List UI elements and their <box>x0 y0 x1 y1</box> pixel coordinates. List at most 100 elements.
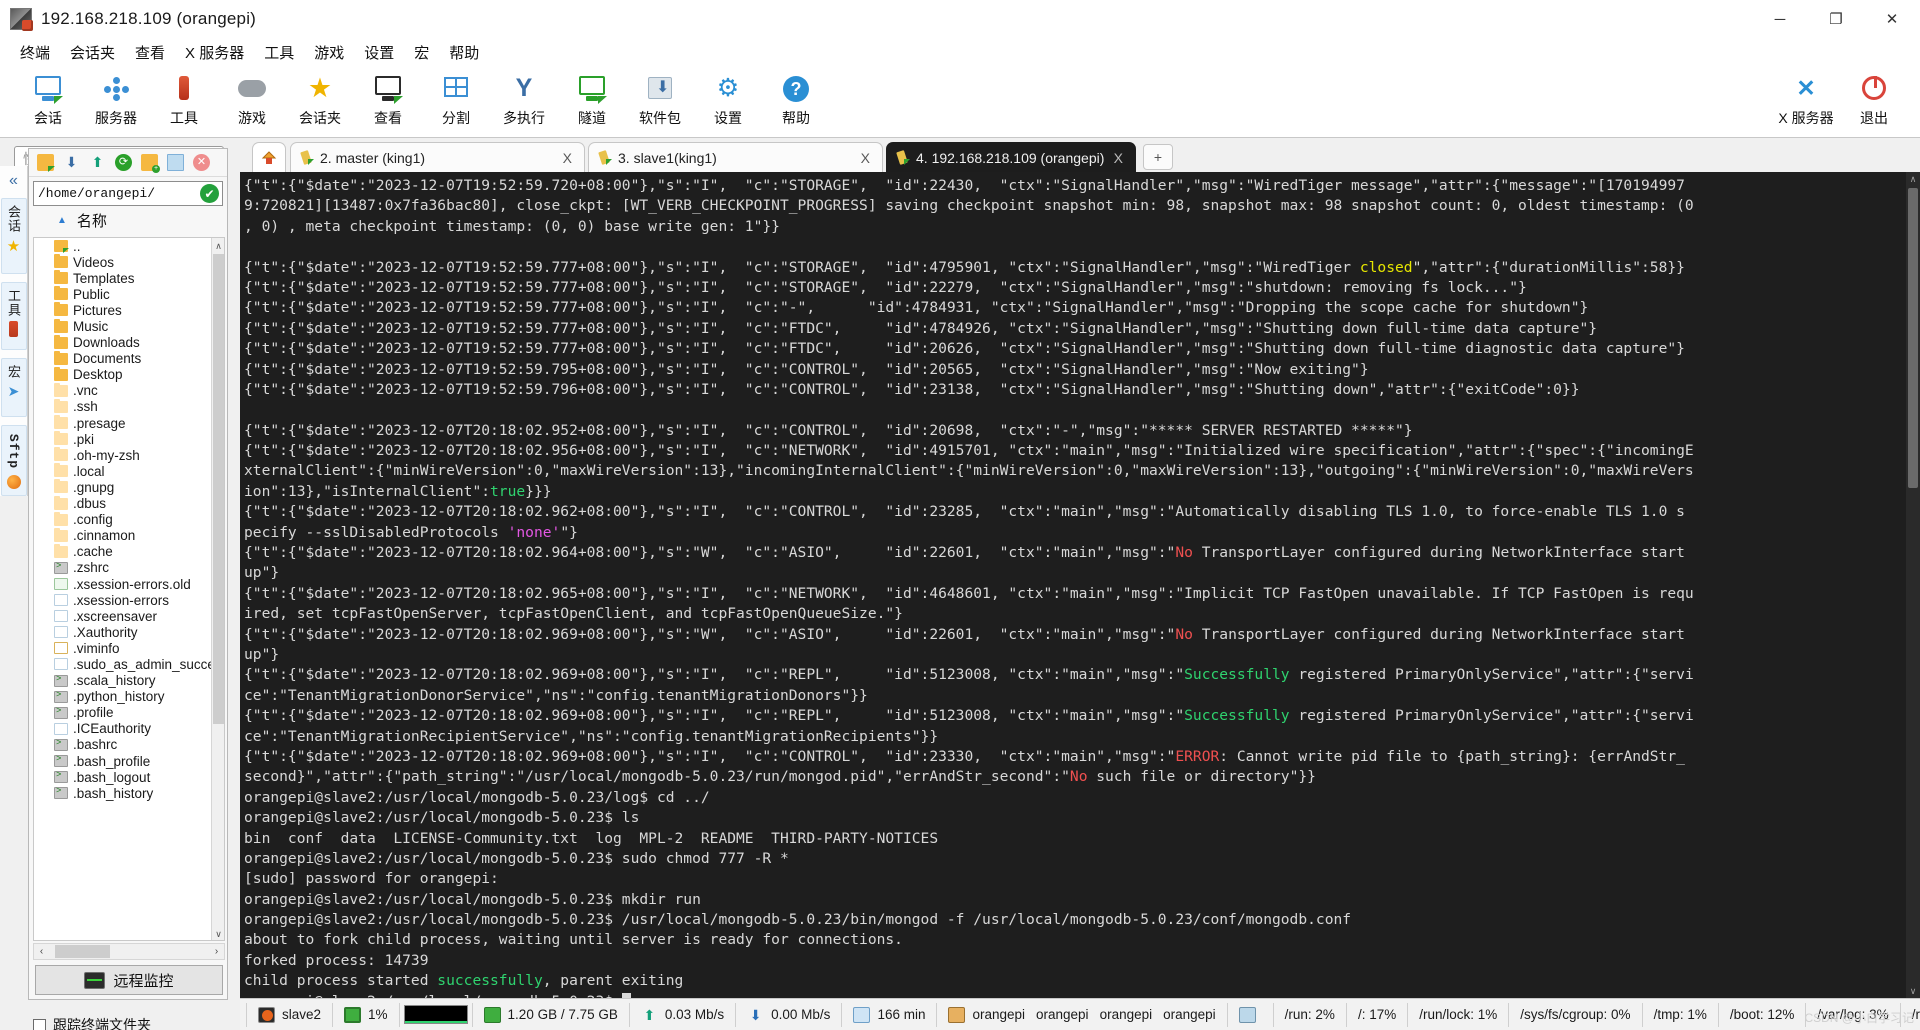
sftp-file-row[interactable]: .viminfo <box>34 640 224 656</box>
sftp-file-row[interactable]: .local <box>34 463 224 479</box>
new-folder-icon[interactable]: + <box>141 154 160 173</box>
toolbar-button-9[interactable]: ⬇ 软件包 <box>626 70 694 128</box>
sftp-file-row[interactable]: .cinnamon <box>34 527 224 544</box>
toolbar-button-6[interactable]: 分割 <box>422 70 490 128</box>
sftp-file-row[interactable]: .. <box>34 238 224 254</box>
sftp-file-row[interactable]: .presage <box>34 415 224 431</box>
download-icon[interactable]: ⬇ <box>63 154 80 171</box>
sftp-scroll-down-icon[interactable]: ∨ <box>212 926 224 940</box>
terminal-tab-1[interactable]: 3. slave1(king1) X <box>588 142 883 172</box>
sftp-file-row[interactable]: .profile <box>34 705 224 721</box>
sftp-file-row[interactable]: .ssh <box>34 398 224 415</box>
terminal-scroll-up-icon[interactable]: ∧ <box>1906 172 1920 186</box>
menu-item-4[interactable]: 工具 <box>254 39 304 66</box>
toolbar-button-1[interactable]: 服务器 <box>82 70 150 128</box>
menu-item-1[interactable]: 会话夹 <box>60 39 125 66</box>
rail-item-sftp[interactable]: Sftp <box>0 425 27 496</box>
sftp-file-row[interactable]: .vnc <box>34 382 224 399</box>
sftp-file-row[interactable]: Desktop <box>34 366 224 383</box>
sftp-file-row[interactable]: .oh-my-zsh <box>34 447 224 463</box>
remote-monitoring-button[interactable]: 远程监控 <box>35 965 223 995</box>
parent-folder-icon[interactable] <box>37 154 55 172</box>
follow-terminal-checkbox[interactable] <box>33 1018 46 1030</box>
sftp-file-row[interactable]: .xscreensaver <box>34 608 224 624</box>
toolbar-button-10[interactable]: ⚙ 设置 <box>694 70 762 128</box>
terminal-tab-2[interactable]: 4. 192.168.218.109 (orangepi) X <box>886 142 1136 172</box>
rail-item-sessions[interactable]: 会话 ★ <box>0 198 27 274</box>
sftp-file-row[interactable]: .Xauthority <box>34 624 224 640</box>
sftp-column-header[interactable]: ▲ 名称 <box>29 208 227 232</box>
rail-item-tools[interactable]: 工具 <box>0 281 27 350</box>
terminal-tab-0[interactable]: 2. master (king1) X <box>290 142 585 172</box>
sftp-path-row[interactable]: /home/orangepi/ ✔ <box>33 181 223 206</box>
follow-terminal-folder-row[interactable]: 跟踪终端文件夹 <box>33 1015 151 1030</box>
sftp-vertical-scrollbar[interactable]: ∧ ∨ <box>211 238 224 940</box>
sftp-file-row[interactable]: .xsession-errors.old <box>34 576 224 592</box>
upload-icon[interactable]: ⬆ <box>89 154 106 171</box>
tab-close-icon[interactable]: X <box>1108 150 1129 166</box>
tab-close-icon[interactable]: X <box>557 150 578 166</box>
toolbar-button-11[interactable]: ? 帮助 <box>762 70 830 128</box>
sftp-file-row[interactable]: .pki <box>34 431 224 447</box>
terminal-scroll-down-icon[interactable]: ∨ <box>1906 984 1920 998</box>
menu-item-7[interactable]: 宏 <box>404 39 439 66</box>
new-file-icon[interactable] <box>167 154 184 171</box>
menu-item-3[interactable]: X 服务器 <box>175 39 254 66</box>
delete-icon[interactable]: ✕ <box>193 154 210 171</box>
sftp-file-row[interactable]: .scala_history <box>34 673 224 689</box>
sftp-path-input[interactable]: /home/orangepi/ <box>34 186 200 201</box>
menu-item-2[interactable]: 查看 <box>125 39 175 66</box>
sftp-file-row[interactable]: Pictures <box>34 302 224 318</box>
sftp-file-row[interactable]: .config <box>34 511 224 528</box>
sftp-file-row[interactable]: Videos <box>34 254 224 270</box>
sftp-file-row[interactable]: .cache <box>34 543 224 560</box>
rail-item-macros[interactable]: 宏 ➤ <box>0 357 27 417</box>
new-tab-button[interactable]: + <box>1143 144 1173 170</box>
sftp-file-row[interactable]: Public <box>34 286 224 302</box>
menu-item-8[interactable]: 帮助 <box>439 39 489 66</box>
terminal-scrollbar[interactable]: ∧ ∨ <box>1906 172 1920 998</box>
toolbar-button-3[interactable]: 游戏 <box>218 70 286 128</box>
toolbar-button-5[interactable]: 查看 <box>354 70 422 128</box>
sftp-scroll-right-icon[interactable]: › <box>209 946 224 957</box>
sftp-horizontal-scrollbar[interactable]: ‹ › <box>33 943 225 960</box>
sftp-file-row[interactable]: Templates <box>34 270 224 286</box>
toolbar-right-button-0[interactable]: ✕ X 服务器 <box>1772 70 1840 128</box>
sftp-file-row[interactable]: .bash_history <box>34 785 224 801</box>
sftp-file-row[interactable]: .ICEauthority <box>34 721 224 737</box>
sftp-file-row[interactable]: .dbus <box>34 495 224 512</box>
sftp-file-row[interactable]: Downloads <box>34 334 224 351</box>
menu-item-6[interactable]: 设置 <box>354 39 404 66</box>
sftp-file-row[interactable]: Music <box>34 318 224 334</box>
sftp-hscroll-thumb[interactable] <box>55 945 110 958</box>
toolbar-button-0[interactable]: 会话 <box>14 70 82 128</box>
maximize-button[interactable]: ❐ <box>1808 0 1864 38</box>
sftp-file-row[interactable]: .sudo_as_admin_succe <box>34 656 224 672</box>
sftp-scroll-up-icon[interactable]: ∧ <box>212 238 224 254</box>
home-tab[interactable] <box>252 142 286 172</box>
sftp-scroll-thumb[interactable] <box>213 254 224 724</box>
collapse-sidebar-button[interactable]: « <box>9 172 18 190</box>
menu-item-0[interactable]: 终端 <box>10 39 60 66</box>
toolbar-button-4[interactable]: ★ 会话夹 <box>286 70 354 128</box>
tab-close-icon[interactable]: X <box>855 150 876 166</box>
sftp-file-row[interactable]: .bashrc <box>34 737 224 753</box>
sftp-file-row[interactable]: .python_history <box>34 689 224 705</box>
terminal-scroll-thumb[interactable] <box>1908 188 1918 488</box>
close-button[interactable]: ✕ <box>1864 0 1920 38</box>
sftp-path-confirm-icon[interactable]: ✔ <box>200 184 219 203</box>
toolbar-button-8[interactable]: 隧道 <box>558 70 626 128</box>
toolbar-button-2[interactable]: 工具 <box>150 70 218 128</box>
sftp-file-row[interactable]: .xsession-errors <box>34 592 224 608</box>
refresh-icon[interactable]: ⟳ <box>115 154 132 171</box>
sftp-file-row[interactable]: .bash_profile <box>34 753 224 769</box>
menu-item-5[interactable]: 游戏 <box>304 39 354 66</box>
sftp-file-row[interactable]: .bash_logout <box>34 769 224 785</box>
sftp-file-row[interactable]: .gnupg <box>34 479 224 495</box>
toolbar-right-button-1[interactable]: 退出 <box>1840 70 1908 128</box>
terminal-output[interactable]: {"t":{"$date":"2023-12-07T19:52:59.720+0… <box>240 172 1920 998</box>
sftp-scroll-left-icon[interactable]: ‹ <box>34 946 49 957</box>
sftp-file-row[interactable]: .zshrc <box>34 560 224 576</box>
toolbar-button-7[interactable]: Y 多执行 <box>490 70 558 128</box>
minimize-button[interactable]: ─ <box>1752 0 1808 38</box>
